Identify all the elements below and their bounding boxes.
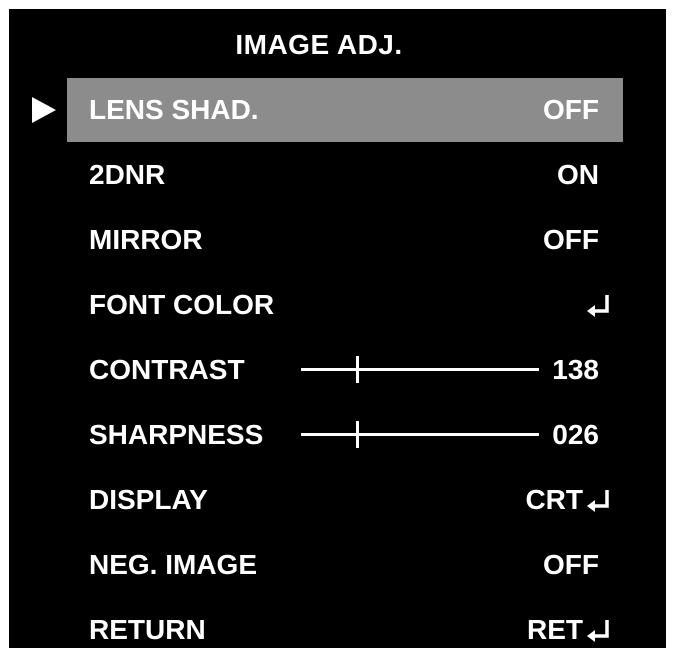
- menu-item-return[interactable]: RETURN RET: [67, 598, 623, 662]
- menu-item-negative-image[interactable]: NEG. IMAGE OFF: [67, 533, 623, 597]
- menu-item-lens-shading[interactable]: LENS SHAD. OFF: [67, 78, 623, 142]
- menu-item-contrast[interactable]: CONTRAST 138: [67, 338, 623, 402]
- menu-item-label: RETURN: [89, 614, 206, 645]
- menu-title: IMAGE ADJ.: [235, 29, 403, 60]
- slider-thumb[interactable]: [356, 356, 359, 383]
- menu-item-sharpness[interactable]: SHARPNESS 026: [67, 403, 623, 467]
- menu-item-font-color[interactable]: FONT COLOR: [67, 273, 623, 337]
- menu-item-value: RET: [527, 614, 583, 645]
- menu-item-label: CONTRAST: [89, 354, 245, 385]
- menu-item-label: FONT COLOR: [89, 289, 275, 320]
- menu-item-2dnr[interactable]: 2DNR ON: [67, 143, 623, 207]
- menu-item-value: 138: [552, 354, 599, 385]
- menu-item-label: MIRROR: [89, 224, 203, 255]
- slider-thumb[interactable]: [356, 421, 359, 448]
- menu-item-label: DISPLAY: [89, 484, 208, 515]
- menu-item-display[interactable]: DISPLAY CRT: [67, 468, 623, 532]
- menu-item-value: CRT: [525, 484, 583, 515]
- menu-item-value: ON: [557, 159, 599, 190]
- osd-menu-screen: IMAGE ADJ. LENS SHAD. OFF 2DNR ON MIRROR…: [9, 9, 666, 648]
- contrast-slider[interactable]: [301, 338, 539, 402]
- menu-item-value: OFF: [543, 94, 599, 125]
- enter-return-icon: [585, 273, 611, 337]
- enter-return-icon: [585, 468, 611, 532]
- menu-item-label: SHARPNESS: [89, 419, 264, 450]
- slider-line: [301, 433, 539, 436]
- menu-item-mirror[interactable]: MIRROR OFF: [67, 208, 623, 272]
- enter-return-icon: [585, 598, 611, 662]
- menu-item-value: OFF: [543, 224, 599, 255]
- menu-item-value: OFF: [543, 549, 599, 580]
- selection-arrow-icon: [32, 97, 56, 123]
- slider-line: [301, 368, 539, 371]
- menu-item-label: 2DNR: [89, 159, 166, 190]
- menu-item-label: NEG. IMAGE: [89, 549, 258, 580]
- menu-item-value: 026: [552, 419, 599, 450]
- sharpness-slider[interactable]: [301, 403, 539, 467]
- menu-item-label: LENS SHAD.: [89, 94, 259, 125]
